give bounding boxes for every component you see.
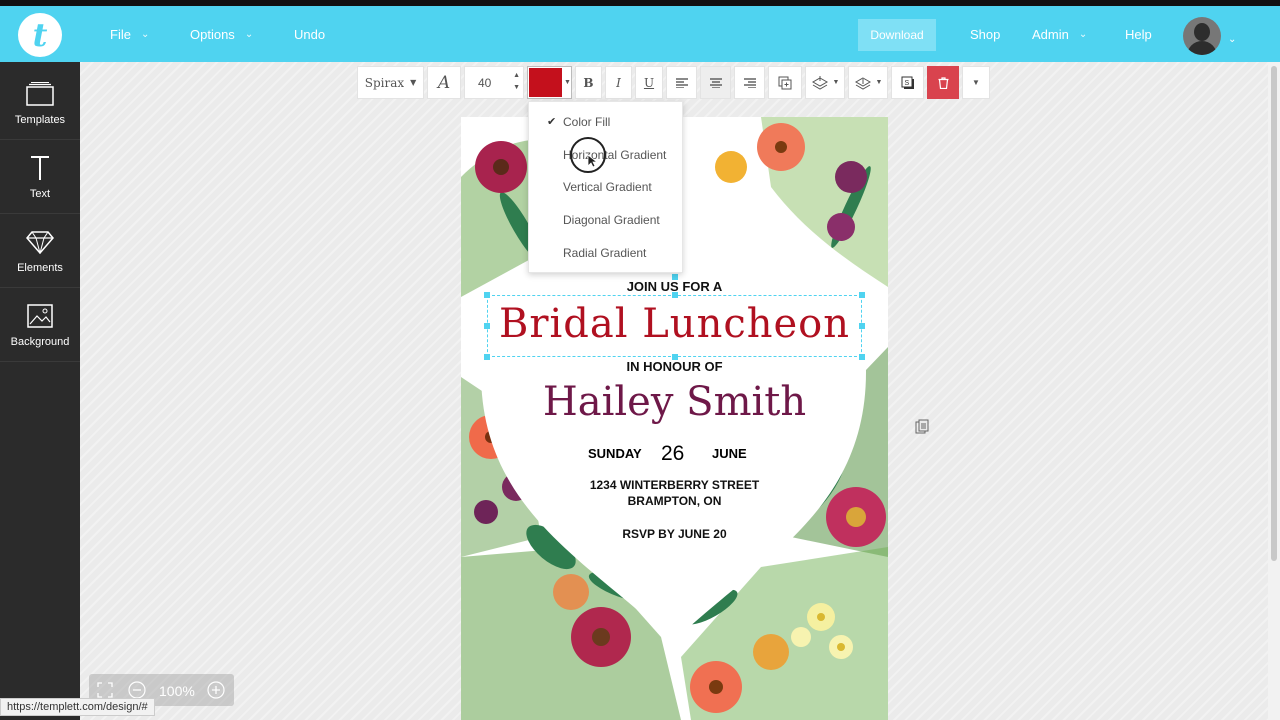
- text-color-picker[interactable]: ▼: [527, 66, 572, 99]
- zoom-in-icon[interactable]: [207, 681, 225, 699]
- resize-handle[interactable]: [859, 292, 865, 298]
- undo-button[interactable]: Undo: [294, 6, 325, 62]
- stepper-arrows-icon[interactable]: ▲ ▼: [513, 70, 520, 94]
- bold-button[interactable]: B: [575, 66, 602, 99]
- diamond-icon: [25, 228, 55, 256]
- menu-item-color-fill[interactable]: Color Fill: [563, 115, 610, 129]
- caret-down-icon: ▼: [410, 78, 417, 87]
- browser-status-url: https://templett.com/design/#: [0, 698, 155, 716]
- chevron-down-icon: ⌄: [140, 28, 150, 40]
- user-avatar[interactable]: [1183, 17, 1221, 55]
- image-icon: [25, 302, 55, 330]
- templates-icon: [25, 80, 55, 108]
- align-right-icon: [743, 77, 756, 88]
- day-text[interactable]: SUNDAY: [588, 446, 642, 461]
- chevron-down-icon: ⌄: [1078, 28, 1088, 40]
- vertical-scrollbar[interactable]: [1268, 62, 1280, 720]
- resize-handle[interactable]: [484, 323, 490, 329]
- sidebar-item-background[interactable]: Background: [0, 288, 80, 362]
- align-center-icon: [709, 77, 722, 88]
- svg-text:S: S: [904, 80, 909, 87]
- font-family-select[interactable]: Spirax ▼: [357, 66, 424, 99]
- top-navbar: t File ⌄ Options ⌄ Undo Download Shop Admi…: [0, 6, 1280, 62]
- rsvp-text[interactable]: RSVP BY JUNE 20: [461, 527, 888, 541]
- zoom-out-icon[interactable]: [128, 681, 146, 699]
- sidebar-item-elements[interactable]: Elements: [0, 214, 80, 288]
- address-line-2[interactable]: BRAMPTON, ON: [461, 494, 888, 508]
- sidebar-item-text[interactable]: Text: [0, 140, 80, 214]
- admin-menu[interactable]: Admin ⌄: [1032, 6, 1087, 62]
- shadow-icon: S: [901, 76, 914, 89]
- caret-down-icon: ▼: [972, 78, 980, 87]
- mouse-pointer-icon: [587, 154, 597, 168]
- align-center-button[interactable]: [700, 66, 731, 99]
- text-icon: [25, 154, 55, 182]
- menu-item-vertical-gradient[interactable]: Vertical Gradient: [563, 180, 652, 194]
- honoree-name[interactable]: Hailey Smith: [461, 379, 888, 425]
- more-options-button[interactable]: ▼: [962, 66, 990, 99]
- check-icon: ✔: [547, 116, 557, 128]
- layer-down-icon: [854, 76, 871, 90]
- shop-link[interactable]: Shop: [970, 6, 1000, 62]
- rotate-handle[interactable]: [672, 274, 678, 280]
- clipboard-icon[interactable]: [914, 419, 930, 435]
- duplicate-icon: [778, 76, 792, 89]
- layer-up-icon: [811, 75, 828, 90]
- shadow-button[interactable]: S: [891, 66, 924, 99]
- caret-down-icon: ▼: [875, 79, 883, 86]
- underline-button[interactable]: U: [635, 66, 663, 99]
- duplicate-button[interactable]: [768, 66, 802, 99]
- align-right-button[interactable]: [734, 66, 765, 99]
- scrollbar-thumb[interactable]: [1271, 66, 1277, 561]
- trash-icon: [938, 76, 948, 89]
- file-menu[interactable]: File ⌄: [110, 6, 149, 62]
- left-sidebar: Templates Text Elements Background: [0, 62, 80, 720]
- honour-text[interactable]: IN HONOUR OF: [461, 359, 888, 374]
- bring-forward-button[interactable]: ▼: [805, 66, 845, 99]
- color-fill-menu: ✔ Color Fill Horizontal Gradient Vertica…: [528, 101, 683, 273]
- templett-logo[interactable]: t: [18, 13, 62, 57]
- resize-handle[interactable]: [672, 292, 678, 298]
- month-text[interactable]: JUNE: [712, 446, 747, 461]
- sidebar-item-templates[interactable]: Templates: [0, 66, 80, 140]
- caret-down-icon: ▼: [832, 79, 840, 86]
- align-left-icon: [675, 77, 688, 88]
- font-size-stepper[interactable]: 40 ▲ ▼: [464, 66, 524, 99]
- font-style-icon[interactable]: A: [427, 66, 461, 99]
- zoom-level: 100%: [159, 683, 195, 699]
- menu-item-radial-gradient[interactable]: Radial Gradient: [563, 246, 646, 260]
- date-number[interactable]: 26: [661, 442, 684, 466]
- download-button[interactable]: Download: [858, 19, 936, 51]
- delete-button[interactable]: [927, 66, 959, 99]
- color-swatch[interactable]: [529, 68, 562, 97]
- resize-handle[interactable]: [484, 292, 490, 298]
- send-backward-button[interactable]: ▼: [848, 66, 888, 99]
- menu-item-diagonal-gradient[interactable]: Diagonal Gradient: [563, 213, 660, 227]
- chevron-down-icon[interactable]: ⌄: [1228, 34, 1236, 45]
- caret-down-icon[interactable]: ▼: [564, 79, 571, 86]
- text-toolbar: Spirax ▼ A 40 ▲ ▼ ▼ B I U ▼ ▼ S ▼: [357, 66, 993, 99]
- options-menu[interactable]: Options ⌄: [190, 6, 253, 62]
- address-line-1[interactable]: 1234 WINTERBERRY STREET: [461, 478, 888, 492]
- chevron-down-icon: ⌄: [244, 28, 254, 40]
- text-selection-box[interactable]: [484, 274, 865, 360]
- italic-button[interactable]: I: [605, 66, 632, 99]
- align-left-button[interactable]: [666, 66, 697, 99]
- resize-handle[interactable]: [859, 323, 865, 329]
- fit-screen-icon[interactable]: [97, 682, 113, 698]
- help-link[interactable]: Help: [1125, 6, 1152, 62]
